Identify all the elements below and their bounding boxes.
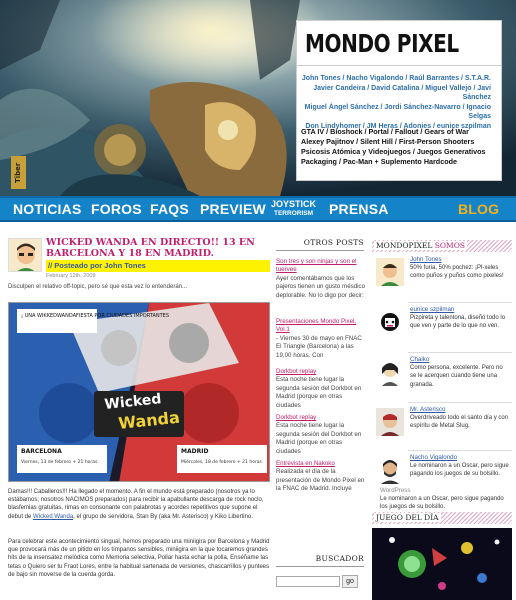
divider <box>408 352 512 353</box>
nav-blog[interactable]: BLOG <box>458 201 499 217</box>
member-avatar[interactable] <box>376 456 404 484</box>
tiber-badge[interactable]: Tiber <box>11 156 26 189</box>
buscador-title: BUSCADOR <box>315 554 364 563</box>
divider <box>408 450 512 451</box>
member-avatar[interactable] <box>376 308 404 336</box>
credits-box: John Tones / Nacho Vigalondo / Raúl Barr… <box>296 66 502 181</box>
sidebar-entry-text: Esta noche tiene lugar la segunda sesión… <box>276 376 362 409</box>
sidebar-entry-text: - Viernes 30 de mayo en FNAC El Triangle… <box>276 334 362 359</box>
divider <box>276 566 364 567</box>
wordpress-text: Le nominaron a un Oscar, pero sigue paga… <box>380 496 504 510</box>
sidebar-entry-text: Ayer comentábamos que los pajeros tienen… <box>276 274 366 299</box>
post-paragraph: Damas!!! Caballeros!!! Ha llegado el mom… <box>8 488 270 521</box>
sidebar-entry: Son tres y son ninjas y son el tuervee A… <box>276 258 366 300</box>
member-avatar[interactable] <box>376 358 404 386</box>
member-name[interactable]: Chaiko <box>410 356 429 363</box>
search-input[interactable] <box>276 576 340 587</box>
poster-city-madrid: MADRID <box>181 448 208 455</box>
main-nav: NOTICIAS FOROS FAQS PREVIEW JOYSTICK TER… <box>0 196 516 222</box>
sidebar-entry: Dorkbot replay Esta noche tiene lugar la… <box>276 414 366 456</box>
member-john-tones: John Tones 50% furia, 50% pochez: ¡Pl-xe… <box>372 256 512 302</box>
member-name[interactable]: Mr. Asterisco <box>410 406 445 413</box>
post-paragraph: Para celebrar este acontecimiento singua… <box>8 539 270 578</box>
wordpress-label[interactable]: WordPress <box>380 487 411 494</box>
nav-faqs[interactable]: FAQS <box>150 201 189 217</box>
member-bio: Le nominaron a un Oscar, pero sigue paga… <box>410 463 509 478</box>
sidebar-entry: Dorkbot replay Esta noche tiene lugar la… <box>276 368 366 410</box>
site-title[interactable]: MONDO PIXEL <box>305 29 459 58</box>
game-illustration <box>372 528 512 600</box>
sidebar-entry-link[interactable]: Presentaciones Mondo Pixel, Vol.1 <box>276 318 356 333</box>
sections-list: GTA IV / Bioshock / Portal / Fallout / G… <box>301 127 497 167</box>
poster-illustration: ¡ UNA WIKKEDWANDAFIESTA POR CIUDADES IMP… <box>9 303 269 481</box>
wicked-wanda-link[interactable]: Wicked Wanda <box>33 514 73 520</box>
avatar-illustration <box>9 239 41 271</box>
member-bio: 50% furia, 50% pochez: ¡Pl-xeles como pu… <box>410 265 504 280</box>
member-bio: Como persona, excelente. Pero no se le a… <box>410 365 503 388</box>
content-area: WICKED WANDA EN DIRECTO!! 13 EN BARCELON… <box>0 222 516 600</box>
member-avatar[interactable] <box>376 258 404 286</box>
header-banner: Tiber MONDO PIXEL John Tones / Nacho Vig… <box>0 0 516 196</box>
game-of-the-day-image[interactable] <box>372 528 512 600</box>
sections-line[interactable]: Packaging / Pac-Man + Suplemento Hardcod… <box>301 157 497 167</box>
nav-preview[interactable]: PREVIEW <box>200 201 266 217</box>
sidebar-entry-text: Esta noche tiene lugar la segunda sesión… <box>276 422 362 455</box>
site-title-box[interactable]: MONDO PIXEL <box>296 20 502 66</box>
poster-city-barcelona: BARCELONA <box>21 448 62 455</box>
sections-line[interactable]: GTA IV / Bioshock / Portal / Fallout / G… <box>301 127 497 137</box>
member-name[interactable]: eunice szpilman <box>410 306 454 313</box>
authors-list: John Tones / Nacho Vigalondo / Raúl Barr… <box>301 74 491 131</box>
sidebar-entry: Presentaciones Mondo Pixel, Vol.1 - Vier… <box>276 318 366 360</box>
post-date: February 12th, 2009 <box>46 273 96 279</box>
post-paragraph-text: , el grupo de servidora, Stan By (aka Mr… <box>73 513 253 520</box>
member-name[interactable]: Nacho Vigalondo <box>410 454 457 461</box>
search-go-button[interactable]: go <box>342 575 358 588</box>
nav-noticias[interactable]: NOTICIAS <box>13 201 82 217</box>
member-bio: Overdriveado todo el santo día y con esp… <box>410 415 509 430</box>
poster-date-barcelona: Viernes, 13 de febrero + 21 horas <box>21 459 98 465</box>
nav-terrorism-label: TERRORISM <box>274 210 313 217</box>
authors-line[interactable]: Miguel Ángel Sánchez / Jordi Sánchez-Nav… <box>301 103 491 122</box>
somos-header: MONDOPIXEL SOMOS <box>372 240 512 252</box>
nav-foros[interactable]: FOROS <box>91 201 142 217</box>
otros-posts-title: OTROS POSTS <box>303 238 364 247</box>
sidebar-entry-link[interactable]: Entrevista en Nakoko <box>276 460 335 467</box>
poster-banner: ¡ UNA WIKKEDWANDAFIESTA POR CIUDADES IMP… <box>21 313 169 319</box>
nav-joystick-terrorism[interactable]: JOYSTICK TERRORISM <box>271 199 316 219</box>
juego-del-dia-title: JUEGO DEL DÍA <box>374 513 441 522</box>
member-bio: Pizpireta y talentona, diseñó todo lo qu… <box>410 315 506 330</box>
somos-suffix: SOMOS <box>434 241 466 250</box>
juego-del-dia-header: JUEGO DEL DÍA <box>372 512 512 524</box>
poster-date-madrid: Miércoles, 18 de febrero + 21 horas <box>181 458 263 465</box>
somos-prefix: MONDOPIXEL <box>376 241 433 250</box>
post-author-meta[interactable]: // Posteado por John Tones <box>46 260 270 272</box>
member-mr-asterisco: Mr. Asterisco Overdriveado todo el santo… <box>372 406 512 452</box>
divider <box>408 402 512 403</box>
sidebar-entry-text: Realizada el día de la presentación de M… <box>276 468 365 493</box>
member-chaiko: Chaiko Como persona, excelente. Pero no … <box>372 356 512 402</box>
authors-line[interactable]: Javier Candeira / David Catalina / Migue… <box>301 84 491 103</box>
divider <box>408 302 512 303</box>
sections-line[interactable]: Psicosis Atómica y Videojuegos / Juegos … <box>301 147 497 157</box>
wicked-wanda-poster[interactable]: ¡ UNA WIKKEDWANDAFIESTA POR CIUDADES IMP… <box>8 302 270 482</box>
sections-line[interactable]: Alexey Pajitnov / Silent Hill / First-Pe… <box>301 137 497 147</box>
sidebar-entry-link[interactable]: Dorkbot replay <box>276 368 316 375</box>
sidebar-entry-link[interactable]: Dorkbot replay <box>276 414 316 421</box>
author-avatar[interactable] <box>8 238 42 272</box>
sidebar-entry: Entrevista en Nakoko Realizada el día de… <box>276 460 366 494</box>
authors-line[interactable]: John Tones / Nacho Vigalondo / Raúl Barr… <box>301 74 491 84</box>
member-name[interactable]: John Tones <box>410 256 442 263</box>
divider <box>276 250 364 251</box>
nav-joystick-label: JOYSTICK <box>271 199 317 209</box>
member-avatar[interactable] <box>376 408 404 436</box>
member-eunice-szpilman: eunice szpilman Pizpireta y talentona, d… <box>372 306 512 352</box>
nav-prensa[interactable]: PRENSA <box>329 201 389 217</box>
sidebar-entry-link[interactable]: Son tres y son ninjas y son el tuervee <box>276 258 356 273</box>
post-title[interactable]: WICKED WANDA EN DIRECTO!! 13 EN BARCELON… <box>46 237 270 259</box>
post-intro: Disculpen el relativo off-topic, pero sé… <box>8 284 187 290</box>
